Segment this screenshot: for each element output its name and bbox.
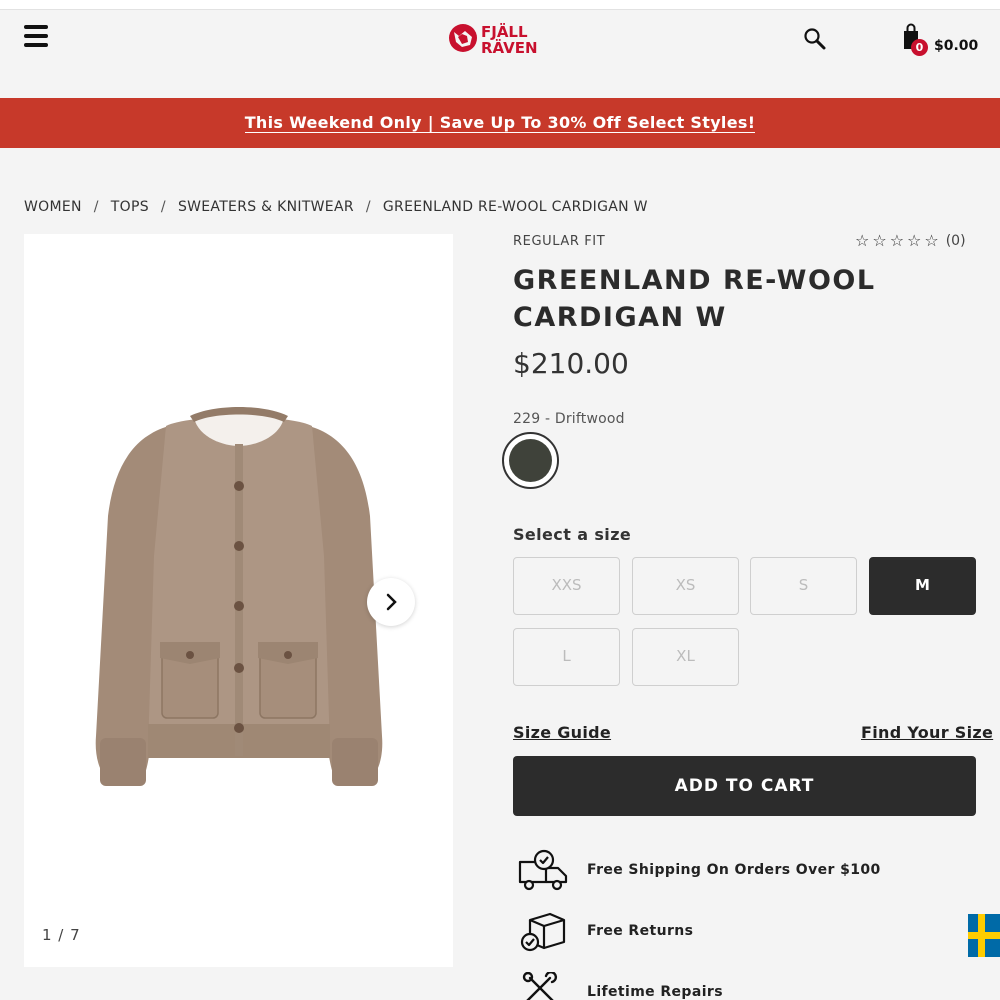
sweden-flag-icon[interactable] — [968, 914, 1000, 957]
promo-banner: This Weekend Only | Save Up To 30% Off S… — [0, 98, 1000, 148]
breadcrumb-current-product: GREENLAND RE-WOOL CARDIGAN W — [382, 199, 648, 215]
color-label: 229 - Driftwood — [513, 411, 625, 427]
size-option-xl[interactable]: XL — [632, 628, 739, 686]
cart-total[interactable]: $0.00 — [934, 38, 978, 54]
gallery-next-button[interactable] — [367, 578, 415, 626]
breadcrumb-separator: / — [365, 199, 371, 215]
hamburger-menu-icon[interactable] — [24, 25, 50, 47]
add-to-cart-button[interactable]: ADD TO CART — [513, 756, 976, 816]
star-empty-icon: ☆ — [889, 231, 905, 250]
chevron-right-icon — [386, 593, 397, 611]
site-header: FJÄLL RÄVEN 0 $0.00 — [0, 10, 1000, 98]
perk-lifetime-repairs: Lifetime Repairs — [587, 984, 723, 1000]
star-empty-icon: ☆ — [924, 231, 939, 250]
star-empty-icon: ☆ — [872, 231, 887, 250]
star-empty-icon: ☆ — [855, 231, 870, 250]
size-option-s[interactable]: S — [750, 557, 857, 615]
review-count: (0) — [945, 233, 966, 249]
star-empty-icon: ☆ — [907, 231, 922, 250]
repair-tools-icon — [522, 972, 558, 1000]
search-icon[interactable] — [803, 27, 827, 51]
perk-free-returns: Free Returns — [587, 923, 694, 939]
product-image — [95, 407, 383, 786]
size-guide-link[interactable]: Size Guide — [513, 723, 611, 742]
size-option-xxs[interactable]: XXS — [513, 557, 620, 615]
swatch-fill — [509, 439, 552, 482]
cart-count-badge: 0 — [911, 39, 928, 56]
color-swatch-driftwood[interactable] — [502, 432, 559, 489]
breadcrumb-tops[interactable]: TOPS — [111, 199, 149, 215]
size-option-l[interactable]: L — [513, 628, 620, 686]
return-box-icon — [520, 912, 566, 952]
delivery-truck-icon — [518, 849, 568, 891]
promo-link[interactable]: This Weekend Only | Save Up To 30% Off S… — [244, 114, 756, 133]
fit-label: REGULAR FIT — [513, 234, 606, 249]
breadcrumb-separator: / — [160, 199, 166, 215]
size-option-m[interactable]: M — [869, 557, 976, 615]
product-title: Greenland Re-Wool Cardigan W — [513, 265, 876, 333]
breadcrumb-women[interactable]: WOMEN — [24, 199, 82, 215]
top-border — [0, 0, 1000, 10]
size-option-xs[interactable]: XS — [632, 557, 739, 615]
star-rating[interactable]: ☆ ☆ ☆ ☆ ☆ (0) — [855, 231, 966, 250]
breadcrumb-sweaters-knitwear[interactable]: SWEATERS & KNITWEAR — [178, 199, 354, 215]
brand-logo[interactable]: FJÄLL RÄVEN — [448, 18, 554, 58]
breadcrumb-separator: / — [93, 199, 99, 215]
product-image-gallery: 1 / 7 — [24, 234, 453, 967]
image-counter: 1 / 7 — [42, 926, 81, 944]
perk-free-shipping: Free Shipping On Orders Over $100 — [587, 862, 881, 878]
product-price: $210.00 — [513, 347, 629, 380]
logo-text-bottom: RÄVEN — [481, 38, 538, 57]
size-select-label: Select a size — [513, 525, 632, 544]
breadcrumb: WOMEN / TOPS / SWEATERS & KNITWEAR / GREENLAND… — [24, 199, 648, 215]
find-your-size-link[interactable]: Find Your Size — [861, 723, 993, 742]
